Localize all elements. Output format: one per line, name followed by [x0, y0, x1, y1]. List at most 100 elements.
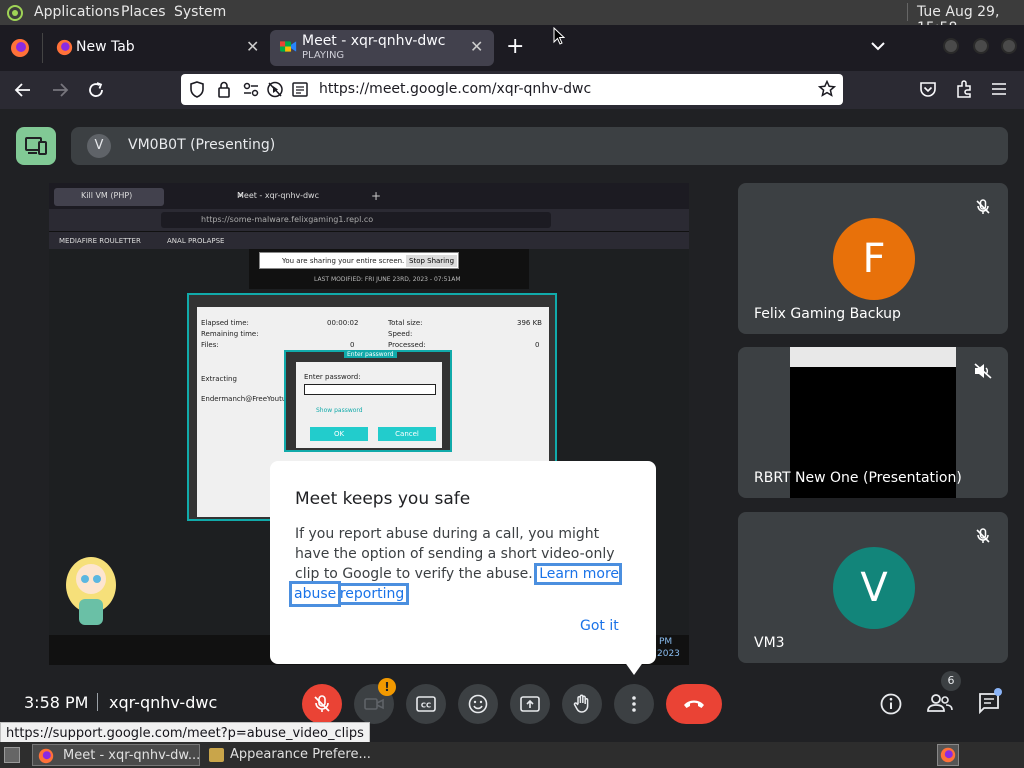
captions-button[interactable]: CC: [406, 684, 446, 724]
back-arrow-icon[interactable]: [14, 81, 32, 99]
os-logo-icon[interactable]: [6, 4, 24, 22]
shared-url-text: https://some-malware.felixgaming1.repl.c…: [201, 215, 374, 224]
participant-name: Felix Gaming Backup: [754, 306, 901, 322]
raise-hand-button[interactable]: [562, 684, 602, 724]
stop-sharing-button: Stop Sharing: [406, 255, 458, 267]
hang-up-icon: [684, 700, 704, 708]
presenter-avatar: V: [87, 134, 111, 158]
shared-tab-title: Kill VM (PHP): [81, 191, 133, 200]
meeting-details-icon[interactable]: [879, 692, 903, 716]
dialog-title: Meet keeps you safe: [295, 489, 471, 509]
participant-tile[interactable]: V VM3: [738, 512, 1008, 663]
lock-icon[interactable]: [217, 81, 231, 98]
present-layout-button[interactable]: [16, 127, 56, 165]
tab-meet[interactable]: Meet - xqr-qnhv-dwc PLAYING ✕: [270, 30, 494, 66]
pocket-icon[interactable]: [919, 81, 937, 98]
divider: [97, 693, 98, 711]
sharing-notice-bar: You are sharing your entire screen. Stop…: [259, 252, 459, 269]
participant-avatar: F: [833, 218, 915, 300]
permissions-icon[interactable]: [242, 81, 260, 98]
participant-name: RBRT New One (Presentation): [754, 470, 962, 486]
dialog-pointer: [624, 661, 644, 675]
mic-off-icon: [975, 199, 991, 215]
mouse-cursor-icon: [553, 27, 565, 45]
tab-close-icon[interactable]: ✕: [470, 37, 483, 56]
mic-off-icon: [975, 528, 991, 544]
tray-firefox-icon[interactable]: [937, 744, 959, 766]
taskbar-item-meet[interactable]: Meet - xqr-qnhv-dw...: [32, 744, 200, 766]
leave-call-button[interactable]: [666, 684, 722, 724]
got-it-button[interactable]: Got it: [580, 618, 619, 634]
menu-places[interactable]: Places: [121, 4, 166, 20]
meet-keeps-you-safe-dialog: Meet keeps you safe If you report abuse …: [270, 461, 656, 675]
people-count-badge: 6: [941, 671, 961, 691]
mic-off-icon: [314, 695, 330, 712]
participant-name: VM3: [754, 635, 785, 651]
participant-tile[interactable]: RBRT New One (Presentation): [738, 347, 1008, 498]
browser-toolbar: https://meet.google.com/xqr-qnhv-dwc: [0, 71, 1024, 109]
meeting-time: 3:58 PM: [24, 693, 89, 712]
bookmark-item: ANAL PROLAPSE: [167, 237, 225, 245]
new-tab-button[interactable]: +: [506, 34, 524, 59]
present-to-all-icon: [25, 137, 47, 155]
meet-page: V VM0B0T (Presenting) Kill VM (PHP) ✕ Me…: [0, 109, 1024, 742]
tab-playing-status: PLAYING: [302, 50, 345, 61]
shared-url-bar: https://some-malware.felixgaming1.repl.c…: [161, 212, 551, 228]
presenter-label: VM0B0T (Presenting): [128, 137, 276, 153]
os-taskbar: Meet - xqr-qnhv-dw... Appearance Prefere…: [0, 742, 1024, 768]
present-now-button[interactable]: [510, 684, 550, 724]
forward-arrow-icon[interactable]: [51, 81, 69, 99]
mic-toggle-button[interactable]: [302, 684, 342, 724]
learn-more-link-continued[interactable]: abuse: [288, 581, 342, 607]
minimize-button[interactable]: [943, 38, 959, 54]
sharing-notice: You are sharing your entire screen.: [282, 257, 405, 265]
last-modified: LAST MODIFIED: FRI JUNE 23RD, 2023 - 07:…: [314, 276, 461, 283]
shared-new-tab-icon: +: [371, 189, 382, 203]
reader-view-icon[interactable]: [292, 82, 308, 97]
appearance-preferences-icon: [209, 748, 224, 762]
reload-icon[interactable]: [87, 81, 105, 99]
close-window-button[interactable]: [1001, 38, 1017, 54]
menu-applications[interactable]: Applications: [34, 4, 120, 20]
taskbar-item-appearance[interactable]: Appearance Prefere...: [204, 744, 372, 766]
participant-avatar: V: [833, 547, 915, 629]
meeting-code: xqr-qnhv-dwc: [109, 693, 218, 712]
tab-close-icon[interactable]: ✕: [246, 37, 259, 56]
volume-off-icon: [974, 363, 992, 379]
more-options-button[interactable]: [614, 684, 654, 724]
firefox-icon: [56, 39, 73, 56]
menu-system[interactable]: System: [174, 4, 226, 20]
tab-new-tab[interactable]: New Tab ✕: [48, 30, 266, 66]
presenter-bar: V VM0B0T (Presenting): [71, 127, 1008, 165]
firefox-view-icon[interactable]: [10, 38, 30, 58]
panel-divider: [907, 3, 908, 21]
extensions-icon[interactable]: [955, 80, 973, 98]
reactions-button[interactable]: [458, 684, 498, 724]
shield-icon[interactable]: [189, 81, 205, 98]
list-all-tabs-icon[interactable]: [870, 41, 886, 51]
google-meet-icon: [280, 41, 297, 52]
tab-divider: [42, 33, 43, 63]
url-text[interactable]: https://meet.google.com/xqr-qnhv-dwc: [319, 81, 591, 97]
camera-toggle-button[interactable]: !: [354, 678, 396, 724]
hamburger-menu-icon[interactable]: [991, 82, 1007, 96]
emoji-icon: [468, 694, 488, 714]
hand-icon: [573, 694, 589, 713]
taskbar-item-label: Meet - xqr-qnhv-dw...: [63, 748, 201, 763]
firefox-icon: [38, 748, 54, 764]
people-icon[interactable]: 6: [926, 671, 961, 715]
present-screen-icon: [520, 696, 540, 712]
tab-title: Meet - xqr-qnhv-dwc: [302, 33, 446, 49]
closed-captions-icon: CC: [416, 696, 436, 712]
bookmark-item: MEDIAFIRE ROULETTER: [59, 237, 141, 245]
participant-tile[interactable]: F Felix Gaming Backup: [738, 183, 1008, 334]
show-desktop-icon[interactable]: [4, 747, 20, 763]
autoplay-blocked-icon[interactable]: [266, 81, 284, 98]
maximize-button[interactable]: [973, 38, 989, 54]
url-bar[interactable]: https://meet.google.com/xqr-qnhv-dwc: [181, 74, 843, 105]
os-top-panel: Applications Places System Tue Aug 29, 1…: [0, 0, 1024, 36]
bookmark-star-icon[interactable]: [818, 80, 836, 98]
chat-icon[interactable]: [977, 688, 1002, 715]
more-vert-icon: [632, 696, 636, 712]
shared-tab-title-2: Meet - xqr-qnhv-dwc: [237, 191, 319, 200]
